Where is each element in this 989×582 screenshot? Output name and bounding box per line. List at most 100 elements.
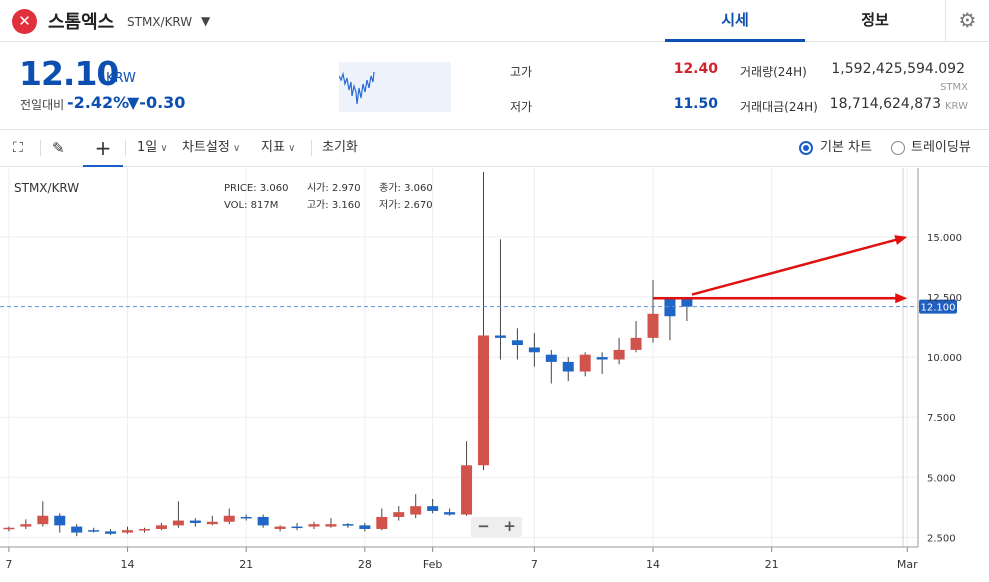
zoom-out-button[interactable]: − [471,517,496,537]
change-label: 전일대비 [20,98,65,112]
candle-body [342,524,354,526]
candle-body [681,299,693,307]
candle-body [410,506,422,515]
candle-body [376,516,388,529]
candle-body [139,528,150,531]
change-percent: -2.42% [67,93,130,112]
basic-chart-radio[interactable] [799,141,813,155]
legend-row-price: PRICE: 3.060 시가: 2.970 종가: 3.060 [224,183,433,194]
high-label: 고가 [510,65,533,79]
candle-body [37,515,49,525]
candle-body [189,520,201,523]
candle-body [274,526,286,529]
candle-body [647,313,659,338]
x-tick-label: 14 [646,558,660,571]
candle-body [122,530,134,533]
low-label: 저가 [510,100,533,114]
tab-quote[interactable]: 시세 [665,0,805,42]
chart-toolbar: ⛶ ✎ + 1일 ∨ 차트설정 ∨ 지표 ∨ 초기화 기본 차트 트레이딩뷰 [0,130,989,167]
chevron-down-icon: ∨ [157,143,168,154]
candle-body [54,515,66,526]
candle-body [71,526,83,533]
x-tick-label: 7 [5,558,12,571]
candle-body [545,354,557,362]
chevron-down-icon: ∨ [229,143,241,154]
legend-row-volume: VOL: 817M 고가: 3.160 저가: 2.670 [224,200,433,211]
ohlc-legend: PRICE: 3.060 시가: 2.970 종가: 3.060 VOL: 81… [224,180,433,214]
basic-chart-label[interactable]: 기본 차트 [820,130,872,166]
y-tick-label: 5.000 [927,473,956,484]
price-unit: KRW [106,71,136,86]
candle-body [172,520,184,526]
pair-label[interactable]: STMX/KRW [127,15,192,29]
x-tick-label: 7 [531,558,538,571]
x-tick-label: 28 [358,558,372,571]
x-tick-label: 14 [121,558,135,571]
volume-value: 1,592,425,594.092 [831,61,965,77]
candle-body [613,349,625,360]
tradingview-label[interactable]: 트레이딩뷰 [911,130,971,166]
settings-button[interactable]: ⚙ [945,0,989,42]
zoom-in-button[interactable]: + [497,517,522,537]
indicators-menu[interactable]: 지표 ∨ [261,130,295,166]
y-tick-label: 15.000 [927,233,962,244]
candle-body [528,347,540,353]
low-value: 11.50 [673,96,718,112]
volume-unit: STMX [940,82,968,93]
candle-body [630,337,642,350]
candle-body [325,524,337,527]
candle-body [664,299,676,317]
candle-body [393,512,405,517]
change-absolute: ▼-0.30 [127,93,186,112]
crosshair-icon[interactable]: + [83,130,123,167]
x-tick-label: Mar [897,558,918,571]
chevron-down-icon: ∨ [284,143,296,154]
chart-settings-menu[interactable]: 차트설정 ∨ [182,130,240,166]
x-tick-label: 21 [765,558,779,571]
candle-body [3,527,15,530]
mini-price-chart [339,62,451,112]
candle-body [206,521,218,525]
ticker-panel: 12.10 KRW 전일대비 -2.42% ▼-0.30 고가 12.40 저가… [0,42,989,130]
y-tick-label: 2.500 [927,533,956,544]
candle-body [105,531,117,534]
header: ✕ 스톰엑스 STMX/KRW ▼ 시세 정보 ⚙ [0,0,989,42]
current-price-label: 12.100 [921,303,956,314]
amount-unit: KRW [945,101,968,112]
y-tick-label: 12.500 [927,293,962,304]
annotation-arrowhead [895,293,908,304]
y-tick-label: 7.500 [927,413,956,424]
x-tick-label: 21 [239,558,253,571]
reset-button[interactable]: 초기화 [322,130,358,166]
candle-body [240,516,252,519]
candle-body [88,530,100,532]
candle-body [223,515,235,522]
amount-value: 18,714,624,873 [829,96,941,112]
tradingview-radio[interactable] [891,141,905,155]
candle-body [155,525,167,529]
candle-body [291,526,303,529]
candle-body [579,354,591,372]
candle-body [308,524,320,527]
candle-body [562,361,574,372]
interval-select[interactable]: 1일 ∨ [137,130,168,166]
candle-body [257,516,269,526]
tab-info[interactable]: 정보 [805,0,945,42]
pair-dropdown-caret-icon[interactable]: ▼ [201,14,210,28]
y-tick-label: 10.000 [927,353,962,364]
fullscreen-icon[interactable]: ⛶ [13,130,31,166]
candle-body [596,357,608,360]
coin-name: 스톰엑스 [48,12,115,33]
stormx-logo-icon: ✕ [12,9,37,34]
candle-body [461,465,473,515]
pencil-icon[interactable]: ✎ [52,130,70,166]
candle-body [478,335,489,466]
candle-body [494,335,506,338]
chart-symbol: STMX/KRW [14,181,80,195]
gear-icon: ⚙ [958,8,977,32]
candle-body [20,524,32,527]
candle-body [359,525,371,529]
candle-body [444,512,456,515]
candle-body [511,340,523,346]
current-price: 12.10 [19,54,119,93]
